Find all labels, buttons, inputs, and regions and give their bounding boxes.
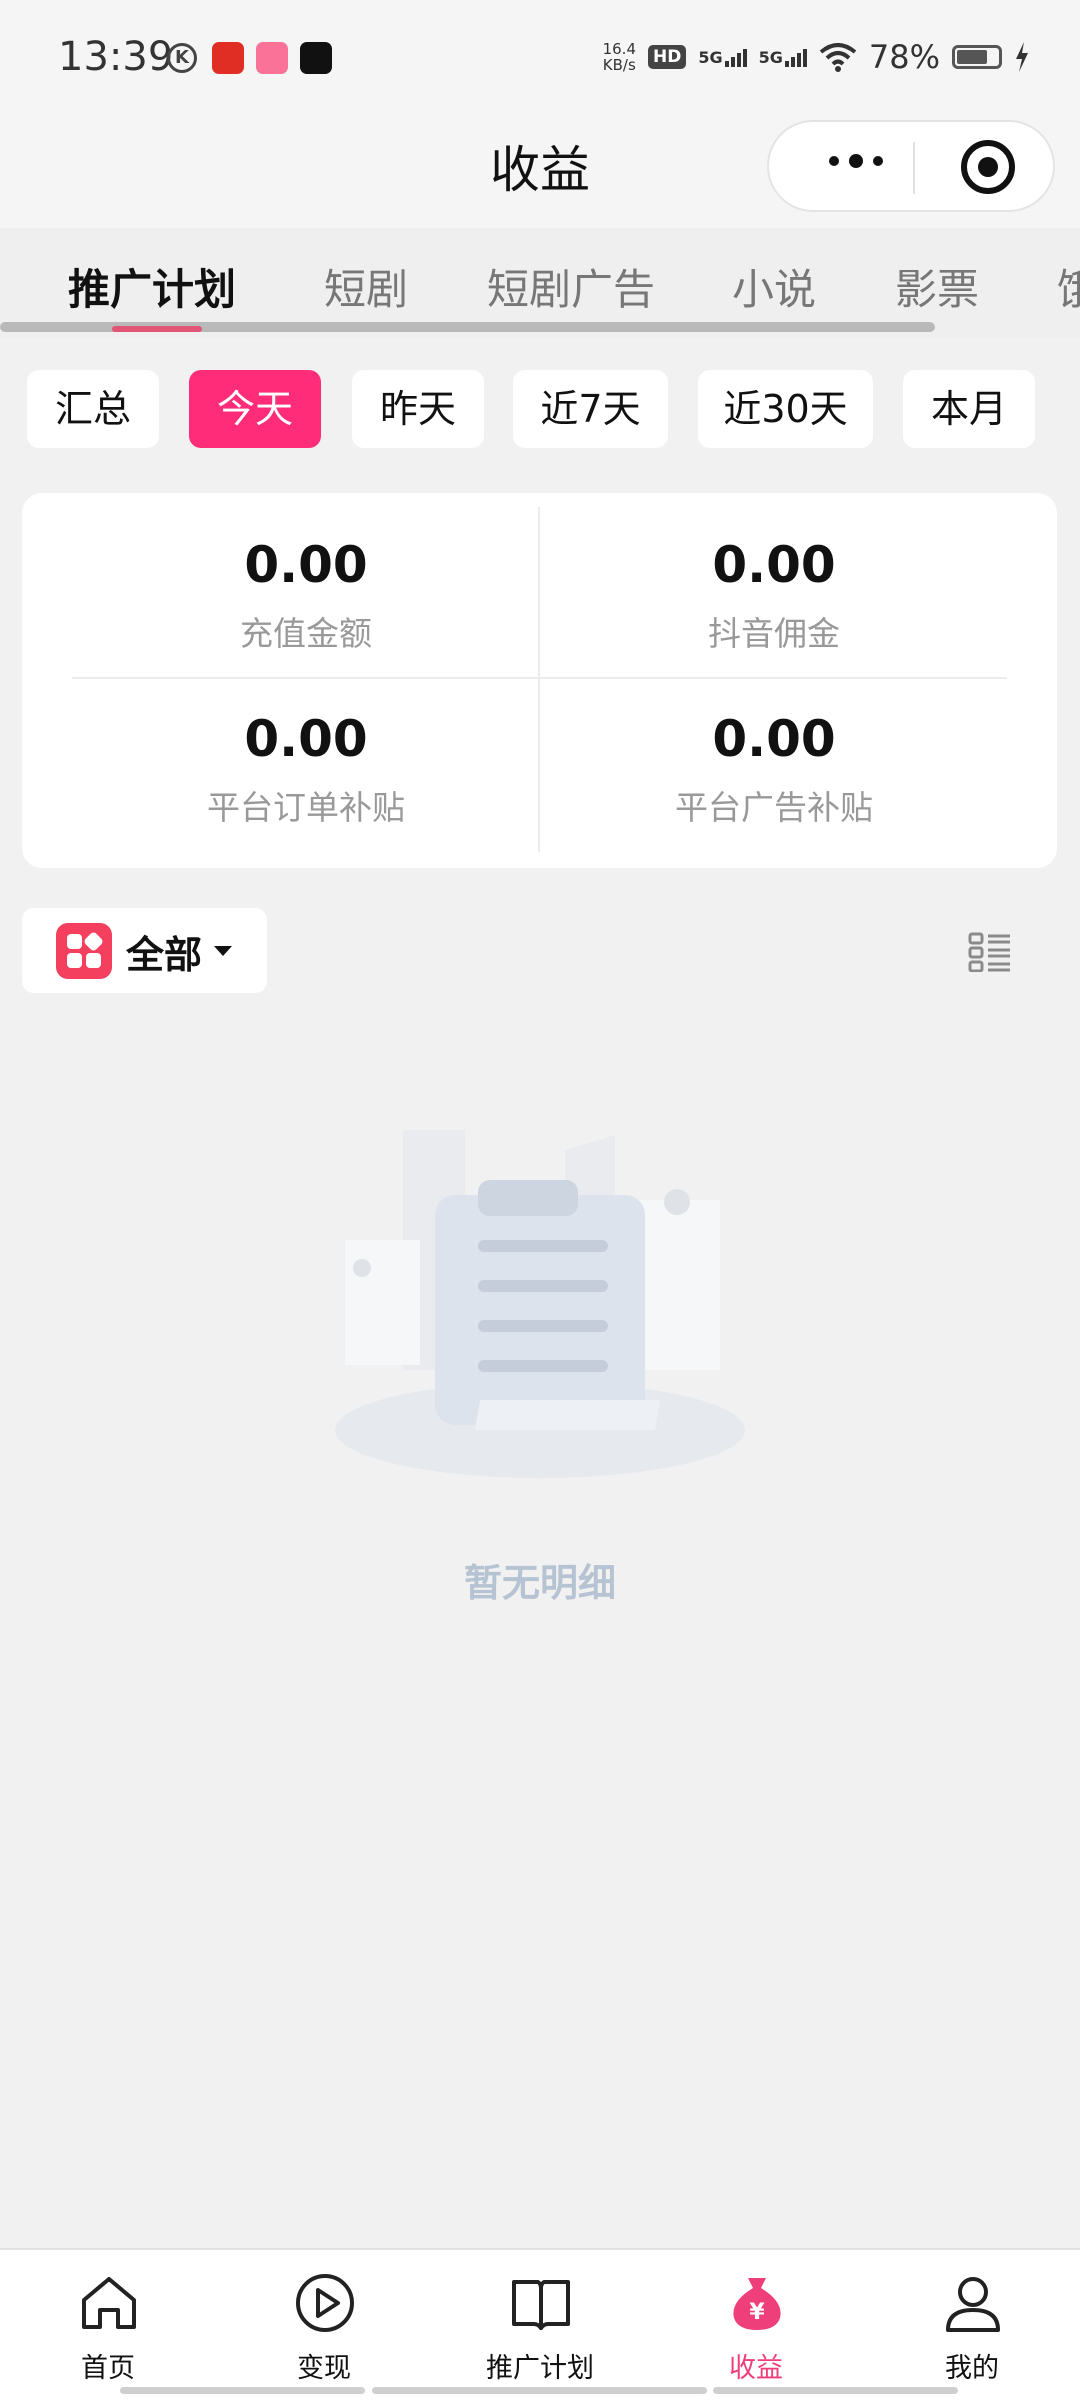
svg-text:¥: ¥	[749, 2300, 765, 2325]
signal-icon-2: 5G	[759, 48, 807, 67]
chevron-down-icon	[214, 946, 232, 956]
stat-label: 抖音佣金	[708, 614, 840, 653]
tab-short-drama[interactable]: 短剧	[324, 256, 408, 317]
category-filter-dropdown[interactable]: 全部	[22, 908, 267, 993]
stat-douyin-commission: 0.00 抖音佣金	[540, 533, 1008, 655]
book-icon	[512, 2280, 570, 2330]
capsule-divider	[913, 142, 915, 194]
douyin-app-icon	[300, 42, 332, 74]
stat-value: 0.00	[244, 710, 368, 768]
nav-monetize[interactable]: 变现	[216, 2250, 432, 2400]
stat-order-subsidy: 0.00 平台订单补贴	[72, 707, 540, 829]
gesture-bar	[713, 2387, 958, 2394]
active-tab-indicator	[112, 326, 202, 332]
nav-label: 推广计划	[486, 2353, 594, 2384]
close-miniprogram-icon[interactable]	[961, 140, 1015, 194]
nav-label: 首页	[81, 2353, 135, 2384]
tab-short-drama-ads[interactable]: 短剧广告	[487, 256, 655, 317]
k-icon: K	[167, 43, 197, 73]
tab-ele[interactable]: 饿	[1057, 256, 1080, 317]
signal-icon-1: 5G	[698, 48, 747, 67]
nav-label: 变现	[297, 2353, 351, 2384]
list-view-icon[interactable]	[968, 932, 1012, 972]
stat-value: 0.00	[712, 710, 836, 768]
tab-promotion-plan[interactable]: 推广计划	[68, 256, 236, 317]
period-summary[interactable]: 汇总	[27, 370, 159, 448]
nav-mine[interactable]: 我的	[864, 2250, 1080, 2400]
bilibili-app-icon	[256, 42, 288, 74]
category-tabs: 推广计划 短剧 短剧广告 小说 影票 饿	[0, 228, 1080, 338]
net-speed: 16.4 KB/s	[602, 40, 636, 74]
gesture-bar	[372, 2387, 707, 2394]
empty-state-text: 暂无明细	[463, 1561, 616, 1605]
stat-value: 0.00	[244, 536, 368, 594]
bottom-nav: 首页 变现 推广计划 ¥ 收益 我的	[0, 2248, 1080, 2400]
stat-value: 0.00	[712, 536, 836, 594]
stat-label: 充值金额	[240, 614, 372, 653]
charging-icon	[1016, 42, 1028, 72]
miniprogram-capsule	[767, 120, 1055, 212]
status-bar: 13:39 K 16.4 KB/s HD 5G 5G 78%	[0, 0, 1080, 120]
stat-recharge: 0.00 充值金额	[72, 533, 540, 655]
filter-label: 全部	[126, 933, 203, 977]
wifi-icon	[819, 43, 857, 72]
tab-movie-tickets[interactable]: 影票	[895, 256, 979, 317]
pinduoduo-app-icon	[212, 42, 244, 74]
grid-icon	[56, 923, 112, 979]
battery-icon	[952, 45, 1002, 69]
home-icon	[82, 2277, 136, 2329]
period-today[interactable]: 今天	[189, 370, 321, 448]
status-indicators: 16.4 KB/s HD 5G 5G 78%	[603, 38, 1030, 76]
stat-label: 平台订单补贴	[207, 788, 405, 827]
divider	[72, 677, 1007, 679]
period-this-month[interactable]: 本月	[903, 370, 1035, 448]
nav-label: 我的	[945, 2353, 999, 2384]
stat-label: 平台广告补贴	[675, 788, 873, 827]
title-bar: 收益	[0, 120, 1080, 228]
user-icon	[946, 2277, 1000, 2332]
battery-percent: 78%	[868, 38, 940, 76]
hd-icon: HD	[648, 45, 687, 69]
nav-promotion-plan[interactable]: 推广计划	[432, 2250, 648, 2400]
period-yesterday[interactable]: 昨天	[352, 370, 484, 448]
gesture-bar	[120, 2387, 365, 2394]
period-last-30-days[interactable]: 近30天	[698, 370, 873, 448]
nav-home[interactable]: 首页	[0, 2250, 216, 2400]
money-bag-icon: ¥	[733, 2278, 781, 2330]
nav-earnings[interactable]: ¥ 收益	[648, 2250, 864, 2400]
stats-card: 0.00 充值金额 0.00 抖音佣金 0.00 平台订单补贴 0.00 平台广…	[22, 493, 1057, 868]
period-last-7-days[interactable]: 近7天	[513, 370, 668, 448]
tab-novel[interactable]: 小说	[732, 256, 816, 317]
divider	[538, 507, 540, 852]
more-icon[interactable]	[829, 154, 883, 168]
nav-label: 收益	[729, 2353, 783, 2384]
stat-ad-subsidy: 0.00 平台广告补贴	[540, 707, 1008, 829]
play-icon	[296, 2274, 354, 2332]
empty-clipboard-illustration	[335, 1130, 745, 1478]
status-time: 13:39	[58, 34, 174, 80]
